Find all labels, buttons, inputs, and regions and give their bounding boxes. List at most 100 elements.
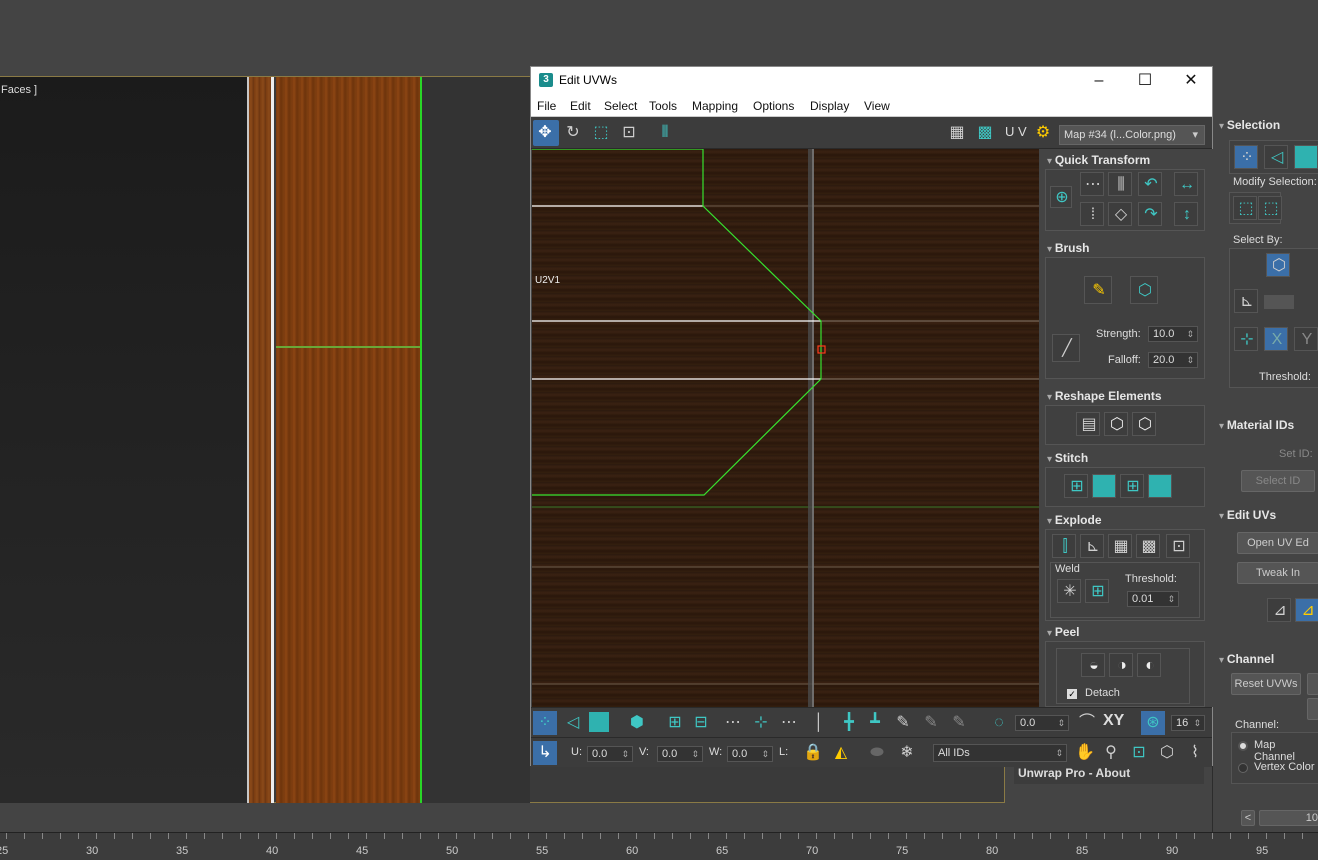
paint-grow-icon[interactable]: ✎ bbox=[919, 711, 943, 735]
page-value-field[interactable]: 10 bbox=[1259, 810, 1318, 826]
wood-texture-mesh[interactable] bbox=[276, 77, 421, 803]
align-vertical-icon[interactable]: ⫼ bbox=[1108, 172, 1132, 196]
relax-settings-icon[interactable]: ⬡ bbox=[1132, 412, 1156, 436]
u-spinner[interactable]: 0.0 bbox=[587, 746, 633, 762]
peel-mode-icon[interactable]: ◑ bbox=[1109, 653, 1133, 677]
uv-editor-canvas[interactable]: U2V1 bbox=[532, 149, 1039, 707]
loop-icon[interactable]: ⋯ bbox=[721, 711, 745, 735]
face-select-icon[interactable] bbox=[1294, 145, 1318, 169]
snap-icon[interactable]: ⌇ bbox=[1183, 741, 1207, 765]
rollout-material-ids[interactable]: Material IDs bbox=[1219, 418, 1294, 432]
shrink-selection-icon[interactable]: ⬚ bbox=[1258, 196, 1282, 220]
align-diamond-icon[interactable]: ◇ bbox=[1108, 202, 1132, 226]
detach-checkbox[interactable]: ✓ bbox=[1067, 689, 1077, 699]
flatten-by-material-icon[interactable]: ▦ bbox=[1108, 534, 1132, 558]
w-spinner[interactable]: 0.0 bbox=[727, 746, 773, 762]
ring-shrink-icon[interactable]: ┻ bbox=[863, 711, 887, 735]
window-titlebar[interactable]: 3 Edit UVWs – ☐ ✕ bbox=[531, 67, 1212, 95]
y-axis-icon[interactable]: Y bbox=[1294, 327, 1318, 351]
tweak-active-icon[interactable]: ⊿ bbox=[1295, 598, 1318, 622]
open-uv-editor-button[interactable]: Open UV Ed bbox=[1237, 532, 1318, 554]
select-id-button[interactable]: Select ID bbox=[1241, 470, 1315, 492]
rollout-edit-uvs[interactable]: Edit UVs bbox=[1219, 508, 1276, 522]
loop-grow-icon[interactable]: ⊹ bbox=[749, 711, 773, 735]
menu-tools[interactable]: Tools bbox=[649, 99, 677, 113]
stitch-source-icon[interactable]: ⊞ bbox=[1120, 474, 1144, 498]
falloff-curve-icon[interactable]: ⌒ bbox=[1075, 711, 1099, 735]
paint-select-icon[interactable]: ✎ bbox=[891, 711, 915, 735]
viewport-label[interactable]: Faces ] bbox=[1, 84, 37, 96]
rollout-quick-transform[interactable]: Quick Transform bbox=[1047, 153, 1150, 167]
load-uvws-button[interactable] bbox=[1307, 698, 1318, 720]
edge-select-icon[interactable]: ◁ bbox=[1264, 145, 1288, 169]
v-spinner[interactable]: 0.0 bbox=[657, 746, 703, 762]
show-map-icon[interactable]: ▩ bbox=[973, 120, 999, 146]
time-ruler[interactable]: 25 30 35 40 45 50 55 60 65 70 75 80 85 90 95 bbox=[0, 832, 1318, 860]
pan-icon[interactable]: ✋ bbox=[1073, 741, 1097, 765]
select-by-grid-icon[interactable]: ⊹ bbox=[1234, 327, 1258, 351]
map-select[interactable]: Map #34 (l...Color.png) bbox=[1059, 125, 1205, 145]
align-horizontal-icon[interactable]: ⋯ bbox=[1080, 172, 1104, 196]
mirror-icon[interactable]: ⫴ bbox=[653, 120, 679, 146]
grow-icon[interactable]: ⊞ bbox=[663, 711, 687, 735]
menu-file[interactable]: File bbox=[537, 99, 556, 113]
break-icon[interactable]: ⫿ bbox=[1052, 534, 1076, 558]
stitch-average-icon[interactable] bbox=[1092, 474, 1116, 498]
select-by-angle-icon[interactable]: ⊾ bbox=[1234, 289, 1258, 313]
zoom-extents-icon[interactable]: ⬡ bbox=[1155, 741, 1179, 765]
weld-selected-icon[interactable]: ⊞ bbox=[1085, 579, 1109, 603]
flatten-by-smoothing-icon[interactable]: ▩ bbox=[1136, 534, 1160, 558]
save-uvws-button[interactable] bbox=[1307, 673, 1318, 695]
soft-select-icon[interactable]: ◌ bbox=[987, 711, 1011, 735]
menu-select[interactable]: Select bbox=[604, 99, 637, 113]
space-horizontal-icon[interactable]: ↔ bbox=[1174, 172, 1198, 196]
weld-target-icon[interactable]: ✳ bbox=[1057, 579, 1081, 603]
menu-options[interactable]: Options bbox=[753, 99, 794, 113]
paint-shrink-icon[interactable]: ✎ bbox=[947, 711, 971, 735]
tweak-icon[interactable]: ⊿ bbox=[1267, 598, 1291, 622]
move-icon[interactable]: ✥ bbox=[533, 120, 559, 146]
ring-grow-icon[interactable]: ╋ bbox=[837, 711, 861, 735]
rotate-90-icon[interactable]: ↶ bbox=[1138, 172, 1162, 196]
element-mode-icon[interactable]: ⬢ bbox=[625, 711, 649, 735]
set-pivot-icon[interactable]: ⊕ bbox=[1050, 186, 1072, 208]
reset-uvws-button[interactable]: Reset UVWs bbox=[1231, 673, 1301, 695]
loop-shrink-icon[interactable]: ⋯ bbox=[777, 711, 801, 735]
pencil-brush-icon[interactable]: ╱ bbox=[1052, 334, 1080, 362]
shrink-icon[interactable]: ⊟ bbox=[689, 711, 713, 735]
weld-threshold-spinner[interactable]: 0.01 bbox=[1127, 591, 1179, 607]
rotate-neg-90-icon[interactable]: ↷ bbox=[1138, 202, 1162, 226]
grid-spinner[interactable]: 16 bbox=[1171, 715, 1205, 731]
settings-icon[interactable]: ⚙ bbox=[1031, 120, 1057, 146]
falloff-spinner[interactable]: 20.0 bbox=[1148, 352, 1198, 368]
menu-mapping[interactable]: Mapping bbox=[692, 99, 738, 113]
angle-field[interactable] bbox=[1264, 295, 1294, 309]
menu-view[interactable]: View bbox=[864, 99, 890, 113]
align-grid-icon[interactable]: ⁞ bbox=[1080, 202, 1104, 226]
detach-edges-icon[interactable]: ⊡ bbox=[1166, 534, 1190, 558]
menu-display[interactable]: Display bbox=[810, 99, 849, 113]
zoom-icon[interactable]: ⚲ bbox=[1099, 741, 1123, 765]
rollout-reshape-elements[interactable]: Reshape Elements bbox=[1047, 389, 1162, 403]
vertex-color-radio[interactable] bbox=[1238, 763, 1248, 773]
freeform-icon[interactable]: ⊡ bbox=[617, 120, 643, 146]
rollout-channel[interactable]: Channel bbox=[1219, 652, 1274, 666]
stitch-custom-icon[interactable] bbox=[1148, 474, 1172, 498]
tweak-in-view-button[interactable]: Tweak In bbox=[1237, 562, 1318, 584]
hide-icon[interactable]: ◭ bbox=[829, 741, 853, 765]
strength-spinner[interactable]: 10.0 bbox=[1148, 326, 1198, 342]
grow-selection-icon[interactable]: ⬚ bbox=[1233, 196, 1257, 220]
straighten-icon[interactable]: ▤ bbox=[1076, 412, 1100, 436]
absolute-mode-icon[interactable]: ↳ bbox=[533, 741, 557, 765]
vertex-select-icon[interactable]: ⁘ bbox=[1234, 145, 1258, 169]
scale-icon[interactable]: ⬚ bbox=[589, 120, 615, 146]
paint-move-icon[interactable]: ✎ bbox=[1084, 276, 1112, 304]
map-channel-radio[interactable] bbox=[1238, 741, 1248, 751]
rollout-selection[interactable]: Selection bbox=[1219, 118, 1280, 132]
vertex-mode-icon[interactable]: ⁘ bbox=[533, 711, 557, 735]
rollout-brush[interactable]: Brush bbox=[1047, 241, 1090, 255]
minimize-icon[interactable]: – bbox=[1084, 69, 1114, 93]
ids-select[interactable]: All IDs bbox=[933, 744, 1067, 762]
rollout-explode[interactable]: Explode bbox=[1047, 513, 1102, 527]
peel-reset-icon[interactable]: ◐ bbox=[1137, 653, 1161, 677]
